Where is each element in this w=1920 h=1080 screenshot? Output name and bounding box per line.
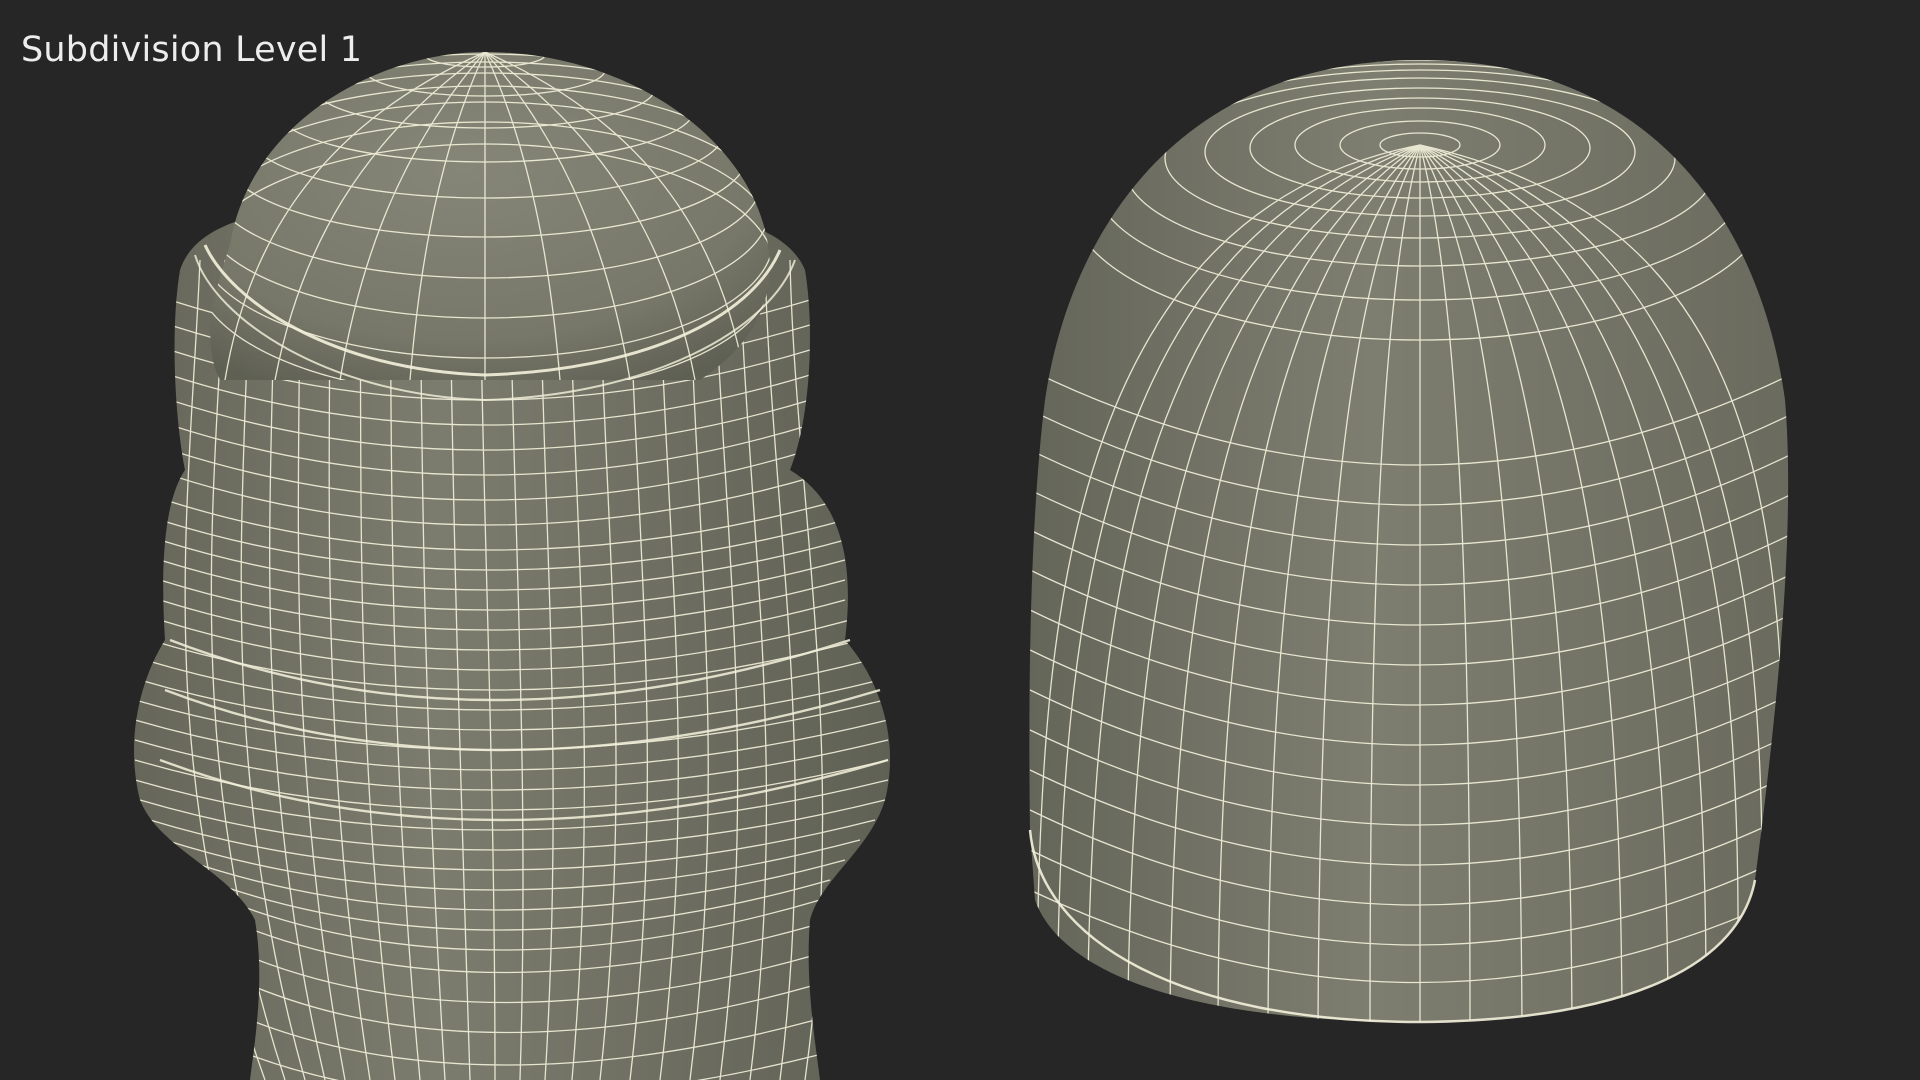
finial-mesh (134, 52, 891, 1080)
viewport: Subdivision Level 1 (0, 0, 1920, 1080)
render-canvas (134, 52, 1789, 1080)
subdivision-level-label: Subdivision Level 1 (21, 30, 363, 70)
cap-mesh (1028, 60, 1789, 1024)
